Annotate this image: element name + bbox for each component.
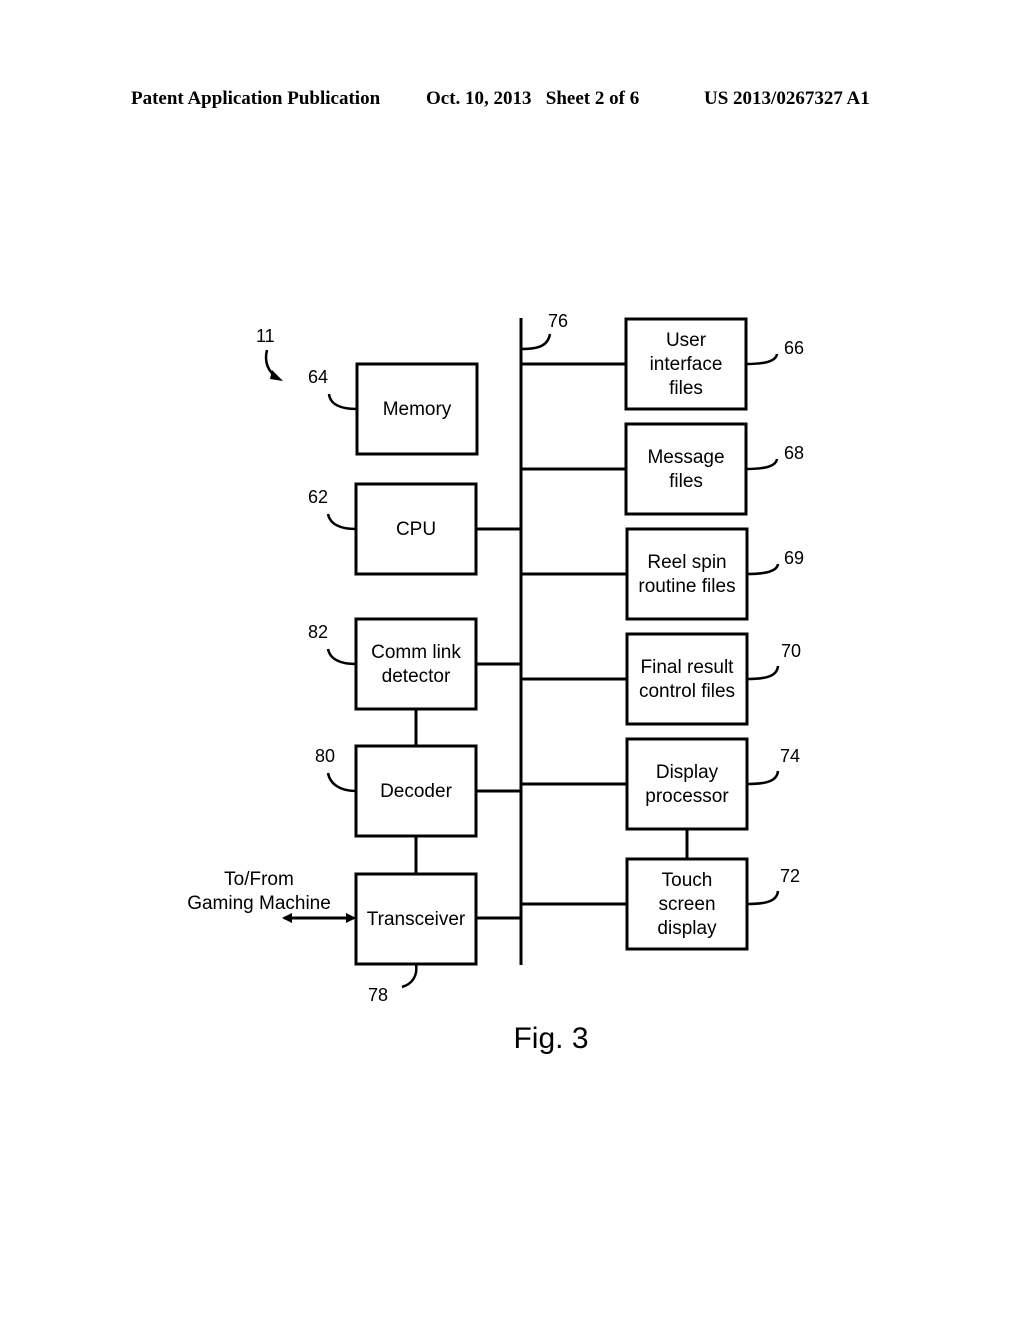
message-files-label-line1: Message — [647, 447, 724, 468]
system-ref-arrowhead-icon — [270, 370, 283, 381]
transceiver-label: Transceiver — [367, 909, 466, 930]
display-processor-block: Display processor 74 — [625, 737, 800, 831]
ui-files-label-line3: files — [669, 378, 703, 399]
figure-caption: Fig. 3 — [513, 1022, 588, 1055]
bus-ref-leader — [521, 333, 552, 351]
ui-files-label-line1: User — [666, 330, 707, 351]
ui-files-label-line2: interface — [650, 354, 723, 375]
final-result-ref: 70 — [781, 641, 801, 661]
reel-spin-label-line2: routine files — [638, 576, 735, 597]
transceiver-ref: 78 — [368, 985, 388, 1005]
display-processor-ref: 74 — [780, 746, 800, 766]
final-result-label-line2: control files — [639, 681, 735, 702]
reel-spin-label-line1: Reel spin — [647, 552, 726, 573]
display-processor-label-line1: Display — [656, 762, 719, 783]
final-result-label-line1: Final result — [641, 657, 735, 678]
decoder-block: Decoder 80 — [315, 744, 478, 838]
bus-ref-label: 76 — [548, 311, 568, 331]
memory-block: Memory 64 — [308, 362, 479, 456]
comm-link-label-line1: Comm link — [371, 642, 461, 663]
cpu-ref: 62 — [308, 487, 328, 507]
touch-screen-display-block: Touch screen display 72 — [625, 857, 800, 951]
touch-screen-label-line2: screen — [658, 894, 715, 915]
external-link-label-line2: Gaming Machine — [187, 893, 331, 914]
reel-spin-ref: 69 — [784, 548, 804, 568]
user-interface-files-block: User interface files 66 — [624, 317, 804, 411]
message-files-block: Message files 68 — [624, 422, 804, 516]
decoder-ref: 80 — [315, 746, 335, 766]
message-files-ref: 68 — [784, 443, 804, 463]
memory-label: Memory — [383, 399, 452, 420]
decoder-label: Decoder — [380, 781, 452, 802]
ui-files-ref: 66 — [784, 338, 804, 358]
comm-link-detector-block: Comm link detector 82 — [308, 617, 478, 711]
display-processor-label-line2: processor — [645, 786, 729, 807]
cpu-label: CPU — [396, 519, 436, 540]
touch-screen-label-line3: display — [657, 918, 717, 939]
comm-link-ref: 82 — [308, 622, 328, 642]
reel-spin-routine-files-block: Reel spin routine files 69 — [625, 527, 804, 621]
transceiver-block: Transceiver 78 — [354, 872, 478, 1005]
touch-screen-label-line1: Touch — [662, 870, 713, 891]
memory-ref: 64 — [308, 367, 328, 387]
cpu-block: CPU 62 — [308, 482, 478, 576]
touch-screen-ref: 72 — [780, 866, 800, 886]
comm-link-label-line2: detector — [382, 666, 451, 687]
message-files-label-line2: files — [669, 471, 703, 492]
external-link-label-line1: To/From — [224, 869, 294, 890]
block-diagram: 11 76 To/From Gaming Machine Memory 64 C… — [187, 311, 804, 1055]
final-result-control-files-block: Final result control files 70 — [625, 632, 801, 726]
system-ref-label: 11 — [256, 326, 275, 346]
